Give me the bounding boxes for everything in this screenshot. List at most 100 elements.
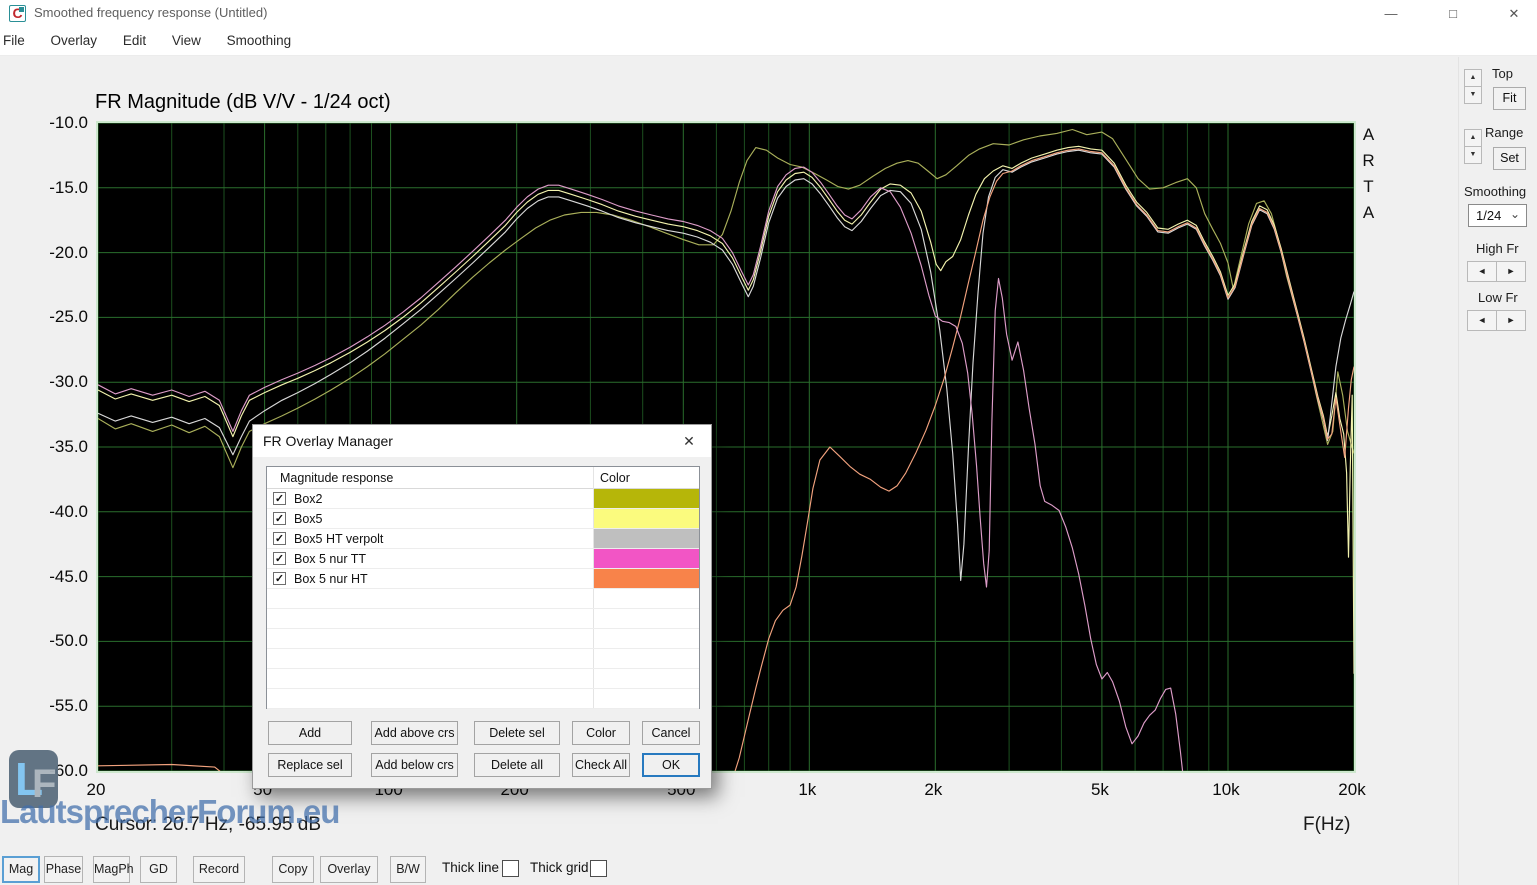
color-swatch[interactable] <box>594 529 699 548</box>
overlay-name: Box 5 nur TT <box>294 552 366 566</box>
magph-button[interactable]: MagPh <box>93 856 130 883</box>
color-swatch[interactable] <box>594 569 699 588</box>
mag-button[interactable]: Mag <box>2 856 40 883</box>
chart-title: FR Magnitude (dB V/V - 1/24 oct) <box>95 91 391 114</box>
checkbox-checked[interactable]: ✓ <box>273 512 286 525</box>
list-item[interactable]: ✓ Box 5 nur HT <box>267 569 699 589</box>
x-tick-label: 5k <box>1091 780 1109 800</box>
chevron-down-icon: ⌄ <box>1510 207 1520 221</box>
list-item[interactable]: ✓ Box2 <box>267 489 699 509</box>
top-spinner: ▲ ▼ <box>1464 69 1482 105</box>
copy-button[interactable]: Copy <box>272 856 314 883</box>
overlay-name: Box5 <box>294 512 323 526</box>
low-fr-right-button[interactable]: ► <box>1496 310 1526 331</box>
maximize-button[interactable]: □ <box>1430 0 1476 27</box>
list-item[interactable]: ✓ Box5 HT verpolt <box>267 529 699 549</box>
checkbox-checked[interactable]: ✓ <box>273 552 286 565</box>
y-tick-label: -50.0 <box>22 631 88 651</box>
set-button[interactable]: Set <box>1493 147 1526 170</box>
overlay-button[interactable]: Overlay <box>320 856 378 883</box>
high-fr-left-button[interactable]: ◄ <box>1467 261 1497 282</box>
checkbox-checked[interactable]: ✓ <box>273 492 286 505</box>
menu-edit[interactable]: Edit <box>112 27 157 56</box>
y-tick-label: -15.0 <box>22 178 88 198</box>
range-label: Range <box>1485 125 1523 140</box>
menu-view[interactable]: View <box>161 27 212 56</box>
gd-button[interactable]: GD <box>140 856 177 883</box>
low-fr-label: Low Fr <box>1478 290 1518 305</box>
dialog-title-bar[interactable]: FR Overlay Manager ✕ <box>253 425 711 457</box>
cancel-button[interactable]: Cancel <box>642 721 700 745</box>
phase-button[interactable]: Phase <box>44 856 83 883</box>
dialog-close-icon[interactable]: ✕ <box>671 425 707 457</box>
list-header: Magnitude response Color <box>267 467 699 489</box>
y-tick-label: -40.0 <box>22 502 88 522</box>
checkbox-checked[interactable]: ✓ <box>273 532 286 545</box>
fr-overlay-manager-dialog: FR Overlay Manager ✕ Magnitude response … <box>252 424 712 789</box>
smoothing-label: Smoothing <box>1464 184 1526 199</box>
range-spin-up-button[interactable]: ▲ <box>1464 129 1482 147</box>
x-tick-label: 1k <box>798 780 816 800</box>
top-spin-down-button[interactable]: ▼ <box>1464 86 1482 104</box>
overlay-name: Box 5 nur HT <box>294 572 368 586</box>
column-header-color: Color <box>600 471 630 485</box>
menu-bar: File Overlay Edit View Smoothing <box>0 27 1537 56</box>
range-spin-down-button[interactable]: ▼ <box>1464 146 1482 164</box>
record-button[interactable]: Record <box>193 856 245 883</box>
column-header-magnitude: Magnitude response <box>280 471 393 485</box>
y-tick-label: -25.0 <box>22 307 88 327</box>
smoothing-dropdown[interactable]: 1/24 ⌄ <box>1468 204 1527 227</box>
overlay-name: Box5 HT verpolt <box>294 532 383 546</box>
menu-smoothing[interactable]: Smoothing <box>216 27 303 56</box>
add-below-crs-button[interactable]: Add below crs <box>371 753 458 777</box>
replace-sel-button[interactable]: Replace sel <box>268 753 352 777</box>
x-axis-unit-label: F(Hz) <box>1303 814 1350 836</box>
curve-box2 <box>98 130 1354 468</box>
overlay-list[interactable]: Magnitude response Color ✓ Box2 ✓ Box5 ✓… <box>266 466 700 709</box>
bw-button[interactable]: B/W <box>390 856 426 883</box>
right-control-panel <box>1458 57 1537 885</box>
color-swatch[interactable] <box>594 489 699 508</box>
top-label: Top <box>1492 66 1513 81</box>
fit-button[interactable]: Fit <box>1493 87 1526 110</box>
x-tick-label: 2k <box>924 780 942 800</box>
y-tick-label: -10.0 <box>22 113 88 133</box>
overlay-name: Box2 <box>294 492 323 506</box>
menu-overlay[interactable]: Overlay <box>40 27 109 56</box>
window-title: Smoothed frequency response (Untitled) <box>34 5 267 20</box>
color-swatch[interactable] <box>594 549 699 568</box>
smoothing-value: 1/24 <box>1476 208 1501 223</box>
close-button[interactable]: ✕ <box>1491 0 1537 27</box>
high-fr-label: High Fr <box>1476 241 1519 256</box>
thick-line-label: Thick line <box>442 860 499 875</box>
lautsprecherforum-watermark: LautsprecherForum.eu <box>0 793 339 831</box>
check-all-button[interactable]: Check All <box>572 753 630 777</box>
checkbox-checked[interactable]: ✓ <box>273 572 286 585</box>
y-tick-label: -30.0 <box>22 372 88 392</box>
y-tick-label: -35.0 <box>22 437 88 457</box>
thick-grid-checkbox[interactable] <box>590 860 607 877</box>
menu-file[interactable]: File <box>0 27 36 56</box>
delete-all-button[interactable]: Delete all <box>474 753 560 777</box>
list-item[interactable]: ✓ Box5 <box>267 509 699 529</box>
list-item[interactable]: ✓ Box 5 nur TT <box>267 549 699 569</box>
client-area: FR Magnitude (dB V/V - 1/24 oct) -10.0 -1… <box>0 57 1537 885</box>
delete-sel-button[interactable]: Delete sel <box>474 721 560 745</box>
add-button[interactable]: Add <box>268 721 352 745</box>
thick-grid-label: Thick grid <box>530 860 589 875</box>
arta-side-label: ARTA <box>1358 125 1378 229</box>
top-spin-up-button[interactable]: ▲ <box>1464 69 1482 87</box>
ok-button[interactable]: OK <box>642 753 700 777</box>
add-above-crs-button[interactable]: Add above crs <box>371 721 458 745</box>
y-tick-label: -55.0 <box>22 696 88 716</box>
color-button[interactable]: Color <box>572 721 630 745</box>
y-tick-label: -45.0 <box>22 567 88 587</box>
x-tick-label: 10k <box>1212 780 1239 800</box>
low-fr-left-button[interactable]: ◄ <box>1467 310 1497 331</box>
x-tick-label: 20k <box>1338 780 1365 800</box>
minimize-button[interactable]: — <box>1368 0 1414 27</box>
thick-line-checkbox[interactable] <box>502 860 519 877</box>
color-swatch[interactable] <box>594 509 699 528</box>
high-fr-right-button[interactable]: ► <box>1496 261 1526 282</box>
dialog-title: FR Overlay Manager <box>263 433 393 449</box>
